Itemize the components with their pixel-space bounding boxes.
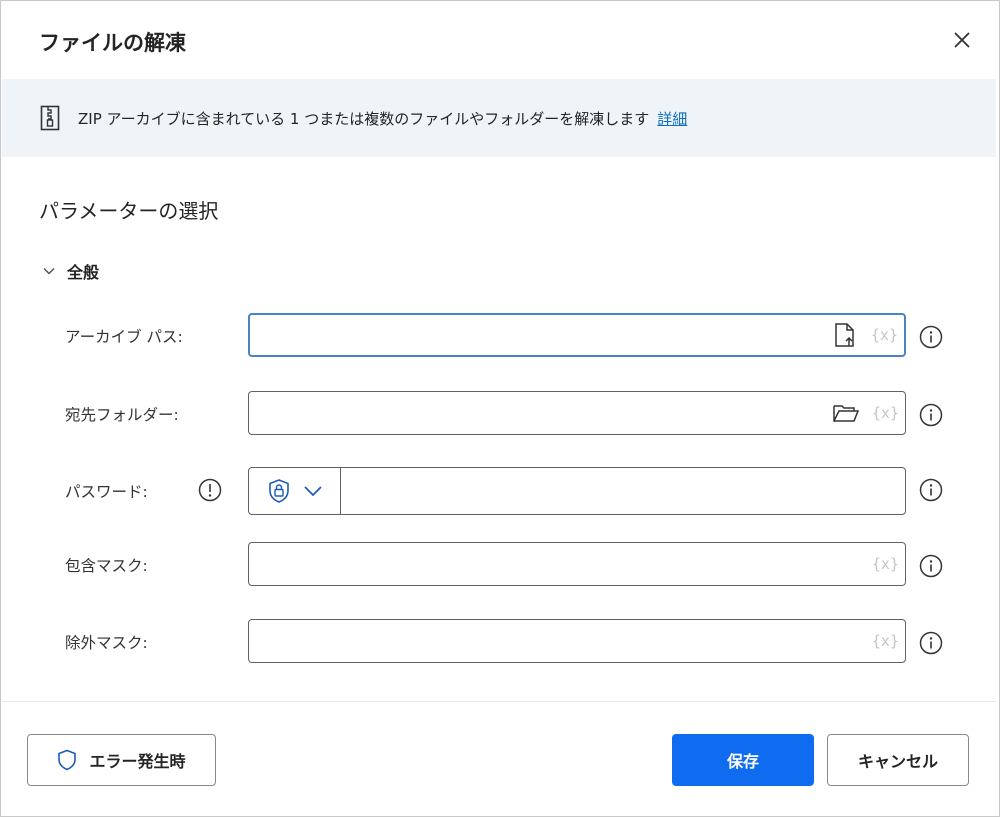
info-icon[interactable]: [919, 554, 943, 578]
password-label: パスワード:: [65, 483, 148, 501]
zip-archive-icon: [40, 105, 62, 131]
file-picker-button[interactable]: [830, 320, 860, 350]
chevron-down-icon: [43, 267, 55, 275]
section-title: パラメーターの選択: [39, 199, 219, 223]
on-error-label: エラー発生時: [89, 752, 186, 771]
destination-folder-label: 宛先フォルダー:: [65, 406, 179, 424]
close-button[interactable]: [947, 25, 977, 55]
info-icon[interactable]: [919, 631, 943, 655]
archive-path-label: アーカイブ パス:: [65, 328, 183, 346]
info-icon[interactable]: [919, 325, 943, 349]
archive-path-input[interactable]: {x}: [248, 313, 906, 357]
cancel-button[interactable]: キャンセル: [827, 734, 969, 786]
dialog-title: ファイルの解凍: [39, 31, 186, 55]
variable-insert-button[interactable]: {x}: [872, 555, 899, 573]
chevron-down-icon: [303, 486, 322, 497]
group-label: 全般: [67, 263, 100, 282]
info-banner: ZIP アーカイブに含まれている 1 つまたは複数のファイルやフォルダーを解凍し…: [2, 79, 996, 157]
include-mask-input[interactable]: {x}: [248, 542, 906, 586]
general-group-toggle[interactable]: 全般: [41, 259, 99, 283]
shield-icon: [58, 749, 77, 771]
save-button[interactable]: 保存: [672, 734, 814, 786]
shield-lock-icon: [268, 479, 289, 503]
extract-files-dialog: ファイルの解凍 ZIP アーカイブに含まれている 1 つまたは複数のファイルやフ…: [0, 0, 1000, 817]
banner-description: ZIP アーカイブに含まれている 1 つまたは複数のファイルやフォルダーを解凍し…: [78, 109, 650, 128]
details-link[interactable]: 詳細: [657, 108, 687, 129]
folder-open-icon: [833, 405, 860, 422]
password-mode-dropdown[interactable]: [249, 468, 341, 514]
exclude-mask-input[interactable]: {x}: [248, 619, 906, 663]
info-icon[interactable]: [919, 478, 943, 502]
on-error-button[interactable]: エラー発生時: [27, 734, 216, 786]
close-icon: [954, 32, 970, 48]
password-input[interactable]: [248, 467, 906, 515]
folder-picker-button[interactable]: [831, 398, 861, 428]
exclude-mask-label: 除外マスク:: [65, 634, 148, 652]
variable-insert-button[interactable]: {x}: [872, 404, 899, 422]
variable-insert-button[interactable]: {x}: [871, 326, 898, 344]
include-mask-label: 包含マスク:: [65, 557, 148, 575]
info-icon[interactable]: [919, 403, 943, 427]
destination-folder-input[interactable]: {x}: [248, 391, 906, 435]
warning-icon[interactable]: [198, 478, 222, 502]
footer-divider: [2, 701, 996, 702]
file-select-icon: [835, 323, 854, 347]
variable-insert-button[interactable]: {x}: [872, 632, 899, 650]
